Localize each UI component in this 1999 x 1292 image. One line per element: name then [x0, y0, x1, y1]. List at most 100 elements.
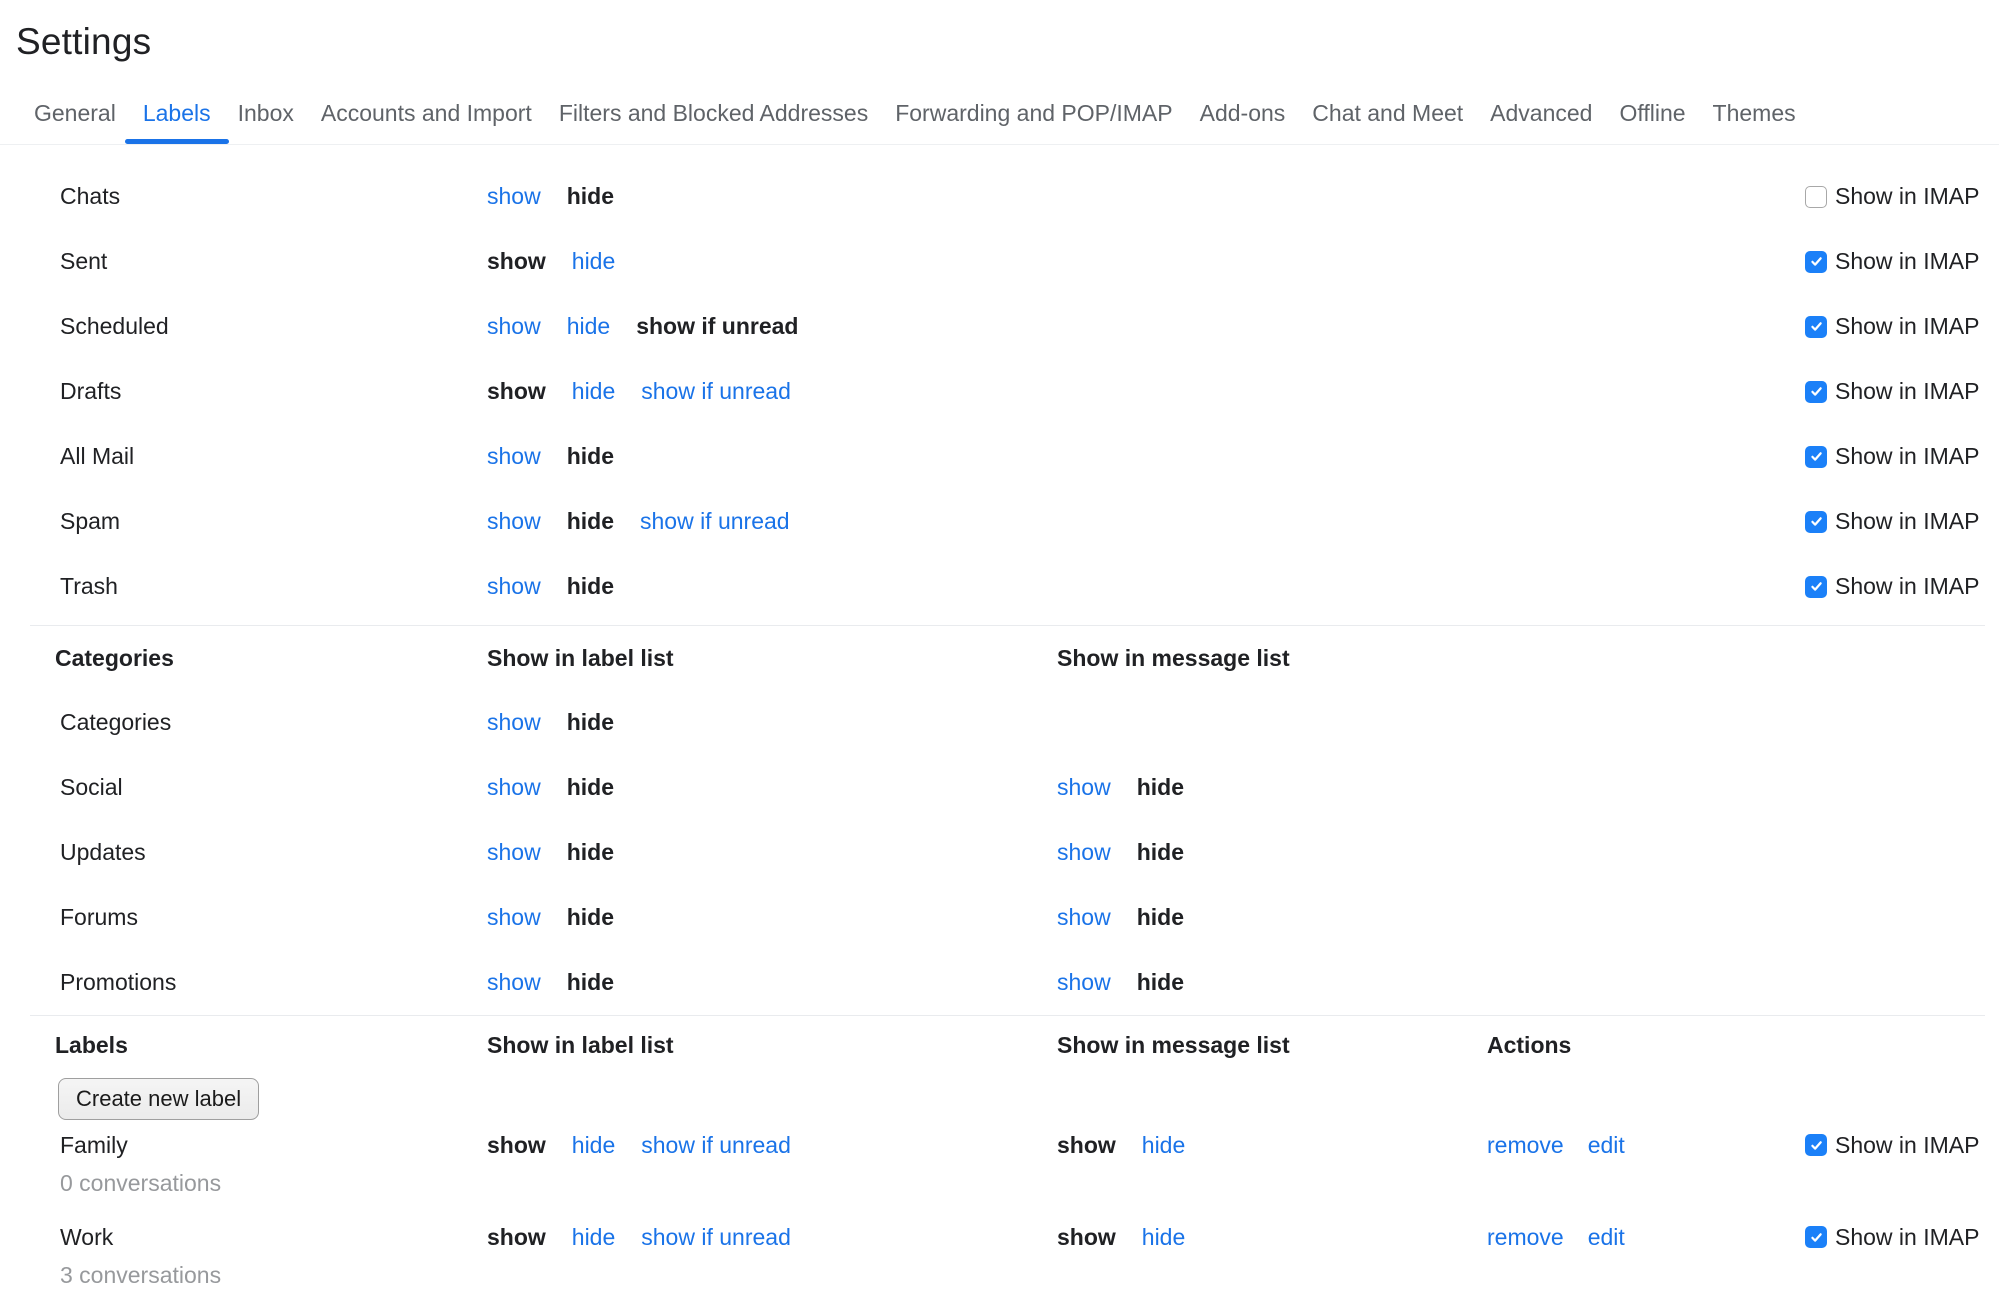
user-label-rows: Family0 conversationsshowhideshow if unr… [30, 1130, 1985, 1290]
tab-label: Chat and Meet [1312, 100, 1463, 126]
show-in-imap-label: Show in IMAP [1835, 313, 1979, 340]
show-option[interactable]: show [487, 573, 541, 600]
hide-option[interactable]: hide [572, 1222, 615, 1252]
show-option[interactable]: show [487, 508, 541, 535]
hide-option[interactable]: hide [572, 1130, 615, 1160]
label-actions: remove edit [1487, 1222, 1805, 1252]
tab-inbox[interactable]: Inbox [238, 100, 294, 126]
tab-general[interactable]: General [34, 100, 116, 126]
tab-label: Advanced [1490, 100, 1592, 126]
show-option[interactable]: show [487, 709, 541, 736]
show-in-imap-checkbox[interactable] [1805, 251, 1827, 273]
hide-option: hide [567, 443, 614, 470]
show-option[interactable]: show [487, 839, 541, 866]
tab-label: Add-ons [1200, 100, 1286, 126]
system-labels-section: ChatsshowhideShow in IMAPSentshowhideSho… [30, 145, 1985, 625]
show-if-unread-option: show if unread [636, 313, 798, 340]
visibility-options: showhideshow if unread [487, 1130, 1057, 1160]
hide-option[interactable]: hide [572, 378, 615, 405]
show-if-unread-option[interactable]: show if unread [641, 378, 791, 405]
tab-labels[interactable]: Labels [143, 100, 211, 126]
tab-accounts-and-import[interactable]: Accounts and Import [321, 100, 532, 126]
show-in-imap-checkbox[interactable] [1805, 1226, 1827, 1248]
hide-option: hide [567, 508, 614, 535]
show-option: show [1057, 1222, 1116, 1252]
label-name: Trash [30, 573, 487, 600]
remove-link[interactable]: remove [1487, 1222, 1564, 1252]
show-in-imap: Show in IMAP [1805, 443, 1985, 470]
tab-label: Offline [1619, 100, 1685, 126]
show-option[interactable]: show [487, 183, 541, 210]
row-scheduled: Scheduledshowhideshow if unreadShow in I… [30, 294, 1985, 359]
show-option[interactable]: show [487, 313, 541, 340]
tab-offline[interactable]: Offline [1619, 100, 1685, 126]
show-if-unread-option[interactable]: show if unread [641, 1222, 791, 1252]
visibility-options: show hide [1057, 1130, 1487, 1160]
row-sent: Sentshowhide Show in IMAP [30, 229, 1985, 294]
labels-settings-main: ChatsshowhideShow in IMAPSentshowhideSho… [0, 145, 1999, 1290]
show-in-imap-checkbox[interactable] [1805, 1134, 1827, 1156]
show-if-unread-option[interactable]: show if unread [640, 508, 790, 535]
hide-option: hide [1137, 774, 1184, 801]
row-promotions: Promotionsshowhideshowhide [30, 950, 1985, 1015]
visibility-options: showhide [487, 248, 1057, 275]
edit-link[interactable]: edit [1588, 1222, 1625, 1252]
category-name: Categories [30, 709, 487, 736]
hide-option: hide [1137, 839, 1184, 866]
show-option[interactable]: show [1057, 774, 1111, 801]
category-name: Social [30, 774, 487, 801]
settings-tabs: General Labels Inbox Accounts and Import Fil… [34, 100, 1999, 144]
show-in-imap-label: Show in IMAP [1835, 378, 1979, 405]
show-if-unread-option[interactable]: show if unread [641, 1130, 791, 1160]
tab-advanced[interactable]: Advanced [1490, 100, 1592, 126]
show-in-imap: Show in IMAP [1805, 183, 1985, 210]
tab-chat-and-meet[interactable]: Chat and Meet [1312, 100, 1463, 126]
tab-label: Filters and Blocked Addresses [559, 100, 868, 126]
remove-link[interactable]: remove [1487, 1130, 1564, 1160]
show-option[interactable]: show [1057, 904, 1111, 931]
hide-option[interactable]: hide [572, 248, 615, 275]
visibility-options: showhide [487, 969, 1057, 996]
tab-forwarding-and-pop-imap[interactable]: Forwarding and POP/IMAP [895, 100, 1172, 126]
visibility-options: showhideshow if unread [487, 1222, 1057, 1252]
categories-header-row: Categories Show in label list Show in me… [30, 626, 1985, 690]
tab-label: Forwarding and POP/IMAP [895, 100, 1172, 126]
visibility-options: show hide [1057, 839, 1487, 866]
conversation-count: 0 conversations [60, 1168, 487, 1198]
show-in-imap: Show in IMAP [1805, 313, 1985, 340]
hide-option[interactable]: hide [1142, 1130, 1185, 1160]
row-spam: Spamshowhideshow if unreadShow in IMAP [30, 489, 1985, 554]
show-option[interactable]: show [1057, 839, 1111, 866]
show-in-imap: Show in IMAP [1805, 1222, 1985, 1252]
visibility-options: showhide [1057, 904, 1487, 931]
show-in-imap-label: Show in IMAP [1835, 183, 1979, 210]
actions-header: Actions [1487, 1032, 1805, 1059]
show-in-imap: Show in IMAP [1805, 248, 1985, 275]
show-in-imap-checkbox[interactable] [1805, 381, 1827, 403]
show-in-imap-checkbox[interactable] [1805, 316, 1827, 338]
show-option[interactable]: show [487, 774, 541, 801]
row-chats: ChatsshowhideShow in IMAP [30, 164, 1985, 229]
active-tab-underline [125, 139, 229, 144]
show-in-imap: Show in IMAP [1805, 508, 1985, 535]
show-in-imap-checkbox[interactable] [1805, 186, 1827, 208]
show-option[interactable]: show [487, 443, 541, 470]
label-name: Sent [30, 248, 487, 275]
tab-add-ons[interactable]: Add-ons [1200, 100, 1286, 126]
show-option[interactable]: show [487, 904, 541, 931]
edit-link[interactable]: edit [1588, 1130, 1625, 1160]
show-in-imap-checkbox[interactable] [1805, 511, 1827, 533]
show-in-imap-checkbox[interactable] [1805, 576, 1827, 598]
show-option: show [1057, 1130, 1116, 1160]
hide-option[interactable]: hide [1142, 1222, 1185, 1252]
label-name: All Mail [30, 443, 487, 470]
row-social: Socialshowhideshowhide [30, 755, 1985, 820]
create-new-label-button[interactable]: Create new label [58, 1078, 259, 1120]
tab-themes[interactable]: Themes [1713, 100, 1796, 126]
show-option[interactable]: show [487, 969, 541, 996]
hide-option[interactable]: hide [567, 313, 610, 340]
tab-filters-and-blocked-addresses[interactable]: Filters and Blocked Addresses [559, 100, 868, 126]
categories-section-title: Categories [30, 645, 487, 672]
show-option[interactable]: show [1057, 969, 1111, 996]
show-in-imap-checkbox[interactable] [1805, 446, 1827, 468]
